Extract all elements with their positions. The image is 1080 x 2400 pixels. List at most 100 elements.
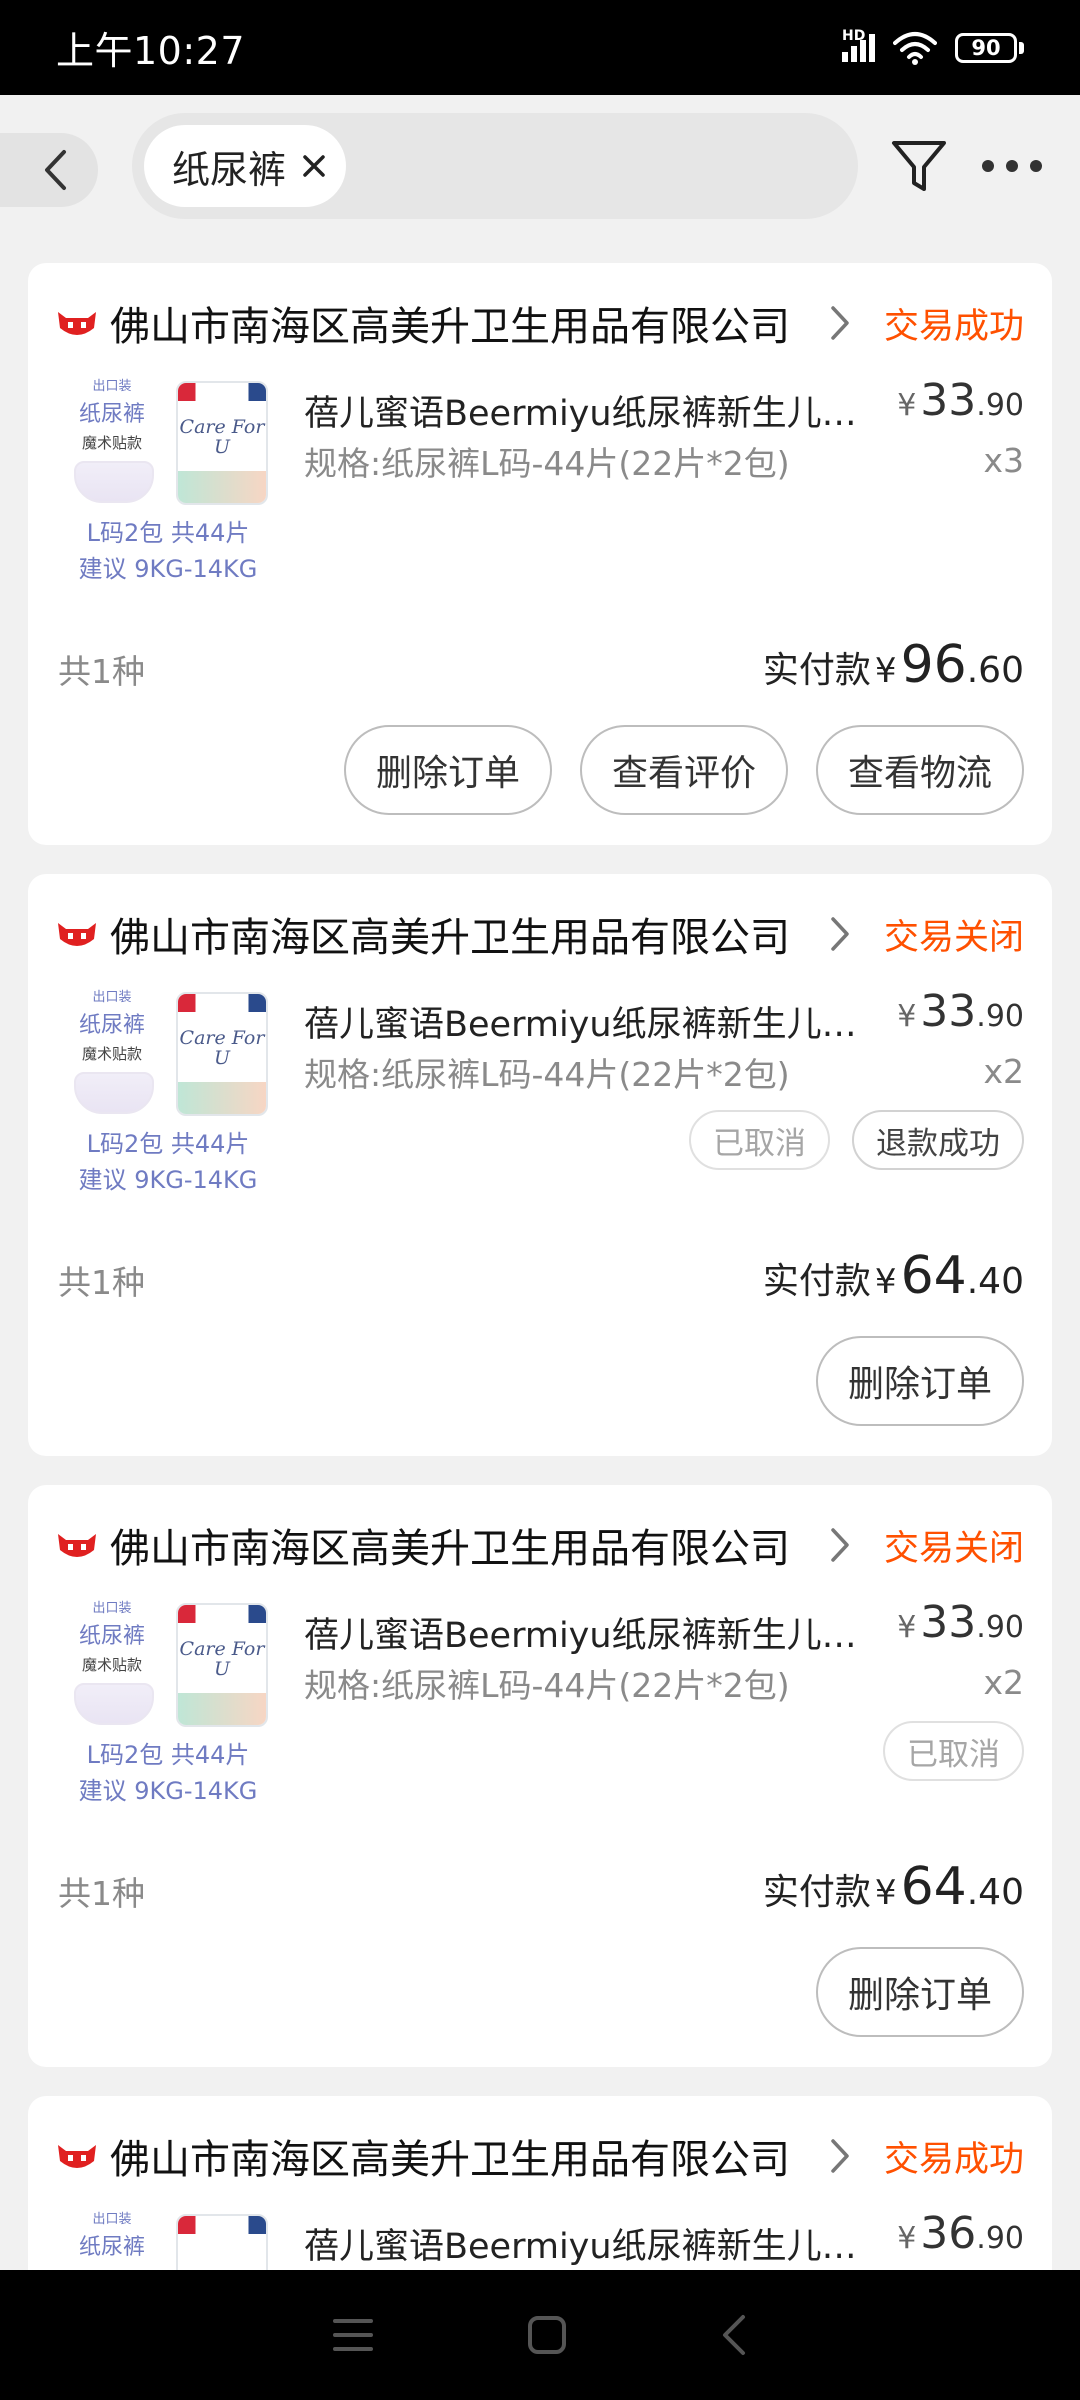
quantity: x3 bbox=[983, 441, 1024, 480]
order-tags: 已取消 bbox=[883, 1721, 1024, 1781]
refund-success-tag[interactable]: 退款成功 bbox=[852, 1110, 1024, 1170]
product-spec: 规格:纸尿裤L码-44片(22片*2包) bbox=[304, 1055, 790, 1094]
order-status: 交易关闭 bbox=[883, 1528, 1024, 1569]
order-tags: 已取消 退款成功 bbox=[689, 1110, 1024, 1170]
bag-title: Care For U bbox=[179, 1638, 265, 1680]
order-status: 交易成功 bbox=[883, 2139, 1024, 2180]
item-count: 共1种 bbox=[58, 652, 145, 691]
total-paid: 实付款 ¥64.40 bbox=[762, 1246, 1024, 1306]
thumb-sub-text: 魔术贴款 bbox=[81, 1656, 142, 1674]
order-card[interactable]: 佛山市南海区高美升卫生用品有限公司 交易成功 出口装 纸尿裤 魔术贴款 Care… bbox=[28, 263, 1052, 845]
product-thumbnail[interactable]: 出口装 纸尿裤 魔术贴款 Care For U L码2包 共44片 建议 9KG… bbox=[68, 986, 268, 1196]
bag-title: Care For U bbox=[179, 416, 265, 458]
item-count: 共1种 bbox=[58, 1874, 145, 1913]
item-count: 共1种 bbox=[58, 1263, 145, 1302]
product-thumbnail[interactable]: 出口装 纸尿裤 魔术贴款 Care For U L码2包 共44片 建议 9KG… bbox=[68, 375, 268, 585]
battery-indicator: 90 bbox=[955, 32, 1024, 63]
status-time: 上午10:27 bbox=[56, 29, 246, 73]
order-status: 交易关闭 bbox=[883, 917, 1024, 958]
diaper-image bbox=[74, 461, 154, 503]
order-card[interactable]: 佛山市南海区高美升卫生用品有限公司 交易成功 出口装 纸尿裤 蓓儿蜜语Beerm… bbox=[28, 2096, 1052, 2270]
store-name[interactable]: 佛山市南海区高美升卫生用品有限公司 bbox=[110, 905, 810, 963]
close-icon[interactable] bbox=[302, 154, 326, 178]
filter-icon[interactable] bbox=[888, 135, 950, 197]
chevron-right-icon bbox=[831, 306, 849, 340]
total-paid: 实付款 ¥64.40 bbox=[762, 1857, 1024, 1917]
signal-icon: HD bbox=[842, 28, 875, 62]
diaper-image bbox=[74, 1683, 154, 1725]
tmall-cat-icon bbox=[58, 2145, 96, 2168]
thumb-main-text: 纸尿裤 bbox=[78, 1624, 145, 1649]
view-review-button[interactable]: 查看评价 bbox=[579, 725, 788, 815]
menu-icon[interactable] bbox=[331, 2315, 375, 2355]
product-title[interactable]: 蓓儿蜜语Beermiyu纸尿裤新生儿婴儿尿不湿 bbox=[304, 385, 864, 436]
product-thumbnail[interactable]: 出口装 纸尿裤 bbox=[68, 2208, 268, 2270]
tmall-cat-icon bbox=[58, 923, 96, 946]
unit-price: ¥33.90 bbox=[897, 375, 1024, 426]
product-title[interactable]: 蓓儿蜜语Beermiyu纸尿裤新生儿婴儿尿不湿 bbox=[304, 996, 864, 1047]
thumb-sub-text: 魔术贴款 bbox=[81, 1045, 142, 1063]
quantity: x2 bbox=[983, 1052, 1024, 1091]
view-logistics-button[interactable]: 查看物流 bbox=[815, 725, 1024, 815]
thumb-mini-text: 出口装 bbox=[92, 379, 132, 394]
unit-price: ¥33.90 bbox=[897, 1597, 1024, 1648]
store-row[interactable]: 佛山市南海区高美升卫生用品有限公司 交易成功 bbox=[56, 295, 1024, 351]
chevron-right-icon bbox=[831, 917, 849, 951]
thumb-caption-line: 建议 9KG-14KG bbox=[78, 1777, 258, 1805]
more-dots-icon[interactable] bbox=[982, 157, 1042, 175]
order-actions: 删除订单 bbox=[815, 1336, 1024, 1426]
network-type-label: HD bbox=[842, 27, 866, 44]
wifi-icon bbox=[893, 31, 937, 65]
product-bag-image: Care For U bbox=[176, 992, 268, 1116]
thumb-mini-text: 出口装 bbox=[92, 990, 132, 1005]
tmall-cat-icon bbox=[58, 312, 96, 335]
delete-order-button[interactable]: 删除订单 bbox=[343, 725, 552, 815]
thumb-caption-line: L码2包 共44片 bbox=[86, 1130, 250, 1158]
home-square-icon[interactable] bbox=[525, 2313, 569, 2357]
order-actions: 删除订单 查看评价 查看物流 bbox=[343, 725, 1024, 815]
store-row[interactable]: 佛山市南海区高美升卫生用品有限公司 交易关闭 bbox=[56, 1517, 1024, 1573]
chevron-right-icon bbox=[831, 1528, 849, 1562]
thumb-caption-line: L码2包 共44片 bbox=[86, 1741, 250, 1769]
order-status: 交易成功 bbox=[883, 306, 1024, 347]
battery-level: 90 bbox=[955, 32, 1017, 63]
unit-price: ¥36.90 bbox=[897, 2208, 1024, 2259]
cancelled-tag: 已取消 bbox=[883, 1721, 1024, 1781]
order-card[interactable]: 佛山市南海区高美升卫生用品有限公司 交易关闭 出口装 纸尿裤 魔术贴款 Care… bbox=[28, 874, 1052, 1456]
system-nav-bar bbox=[0, 2270, 1080, 2400]
quantity: x2 bbox=[983, 1663, 1024, 1702]
header: 纸尿裤 bbox=[0, 95, 1080, 235]
delete-order-button[interactable]: 删除订单 bbox=[815, 1336, 1024, 1426]
thumb-sub-text: 魔术贴款 bbox=[81, 434, 142, 452]
search-tag[interactable]: 纸尿裤 bbox=[144, 125, 347, 207]
store-name[interactable]: 佛山市南海区高美升卫生用品有限公司 bbox=[110, 294, 810, 352]
thumb-caption-line: L码2包 共44片 bbox=[86, 519, 250, 547]
search-tag-label: 纸尿裤 bbox=[172, 147, 287, 192]
bag-title: Care For U bbox=[179, 1027, 265, 1069]
product-spec: 规格:纸尿裤L码-44片(22片*2包) bbox=[304, 444, 790, 483]
chevron-right-icon bbox=[831, 2139, 849, 2173]
product-bag-image: Care For U bbox=[176, 381, 268, 505]
nav-back-icon[interactable] bbox=[719, 2313, 749, 2357]
thumb-main-text: 纸尿裤 bbox=[78, 402, 145, 427]
store-name[interactable]: 佛山市南海区高美升卫生用品有限公司 bbox=[110, 1516, 810, 1574]
store-name[interactable]: 佛山市南海区高美升卫生用品有限公司 bbox=[110, 2127, 810, 2185]
product-title[interactable]: 蓓儿蜜语Beermiyu纸尿裤新生儿婴儿尿不湿 bbox=[304, 1607, 864, 1658]
thumb-caption-line: 建议 9KG-14KG bbox=[78, 555, 258, 583]
thumb-main-text: 纸尿裤 bbox=[78, 1013, 145, 1038]
product-bag-image bbox=[176, 2214, 268, 2270]
product-title[interactable]: 蓓儿蜜语Beermiyu纸尿裤新生儿婴儿尿不湿 bbox=[304, 2218, 864, 2269]
delete-order-button[interactable]: 删除订单 bbox=[815, 1947, 1024, 2037]
tmall-cat-icon bbox=[58, 1534, 96, 1557]
store-row[interactable]: 佛山市南海区高美升卫生用品有限公司 交易成功 bbox=[56, 2128, 1024, 2184]
back-arrow-icon bbox=[45, 150, 66, 190]
total-paid: 实付款 ¥96.60 bbox=[762, 635, 1024, 695]
thumb-main-text: 纸尿裤 bbox=[78, 2235, 145, 2260]
order-card[interactable]: 佛山市南海区高美升卫生用品有限公司 交易关闭 出口装 纸尿裤 魔术贴款 Care… bbox=[28, 1485, 1052, 2067]
store-row[interactable]: 佛山市南海区高美升卫生用品有限公司 交易关闭 bbox=[56, 906, 1024, 962]
search-box[interactable]: 纸尿裤 bbox=[132, 113, 858, 219]
back-button[interactable] bbox=[0, 133, 98, 207]
product-thumbnail[interactable]: 出口装 纸尿裤 魔术贴款 Care For U L码2包 共44片 建议 9KG… bbox=[68, 1597, 268, 1807]
product-spec: 规格:纸尿裤L码-44片(22片*2包) bbox=[304, 1666, 790, 1705]
thumb-mini-text: 出口装 bbox=[92, 2212, 132, 2227]
